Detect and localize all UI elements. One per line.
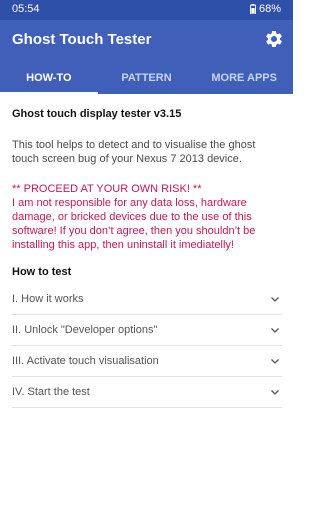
- warning-heading: ** PROCEED AT YOUR OWN RISK! **: [12, 183, 202, 195]
- step-label: IV. Start the test: [12, 386, 90, 398]
- chevron-down-icon: [271, 359, 279, 364]
- battery-icon: [250, 4, 256, 14]
- step-label: I. How it works: [12, 293, 84, 305]
- battery-indicator: 68%: [250, 3, 281, 15]
- tab-more-apps[interactable]: MORE APPS: [195, 64, 293, 94]
- status-bar: 05:54 68%: [0, 0, 293, 20]
- step-label: III. Activate touch visualisation: [12, 355, 159, 367]
- step-activate-touch-visualisation[interactable]: III. Activate touch visualisation: [12, 346, 282, 377]
- battery-percent: 68%: [258, 3, 281, 15]
- description-text: This tool helps to detect and to visuali…: [12, 139, 256, 165]
- how-to-content: Ghost touch display tester v3.15 This to…: [12, 108, 282, 408]
- warning-body: I am not responsible for any data loss, …: [12, 197, 256, 251]
- tab-how-to[interactable]: HOW-TO: [0, 64, 98, 94]
- status-time: 05:54: [12, 3, 40, 15]
- version-title: Ghost touch display tester v3.15: [12, 108, 182, 120]
- step-label: II. Unlock "Developer options": [12, 324, 158, 336]
- risk-warning: ** PROCEED AT YOUR OWN RISK! ** I am not…: [12, 182, 282, 252]
- app-bar: Ghost Touch Tester: [0, 20, 293, 64]
- steps-list: I. How it works II. Unlock "Developer op…: [12, 284, 282, 408]
- gear-icon[interactable]: [264, 29, 284, 49]
- how-to-heading: How to test: [12, 266, 72, 278]
- chevron-down-icon: [271, 297, 279, 302]
- tab-pattern[interactable]: PATTERN: [98, 64, 196, 94]
- step-start-the-test[interactable]: IV. Start the test: [12, 377, 282, 408]
- chevron-down-icon: [271, 328, 279, 333]
- chevron-down-icon: [271, 390, 279, 395]
- step-how-it-works[interactable]: I. How it works: [12, 284, 282, 315]
- app-title: Ghost Touch Tester: [12, 31, 152, 48]
- tab-bar: HOW-TO PATTERN MORE APPS: [0, 64, 293, 94]
- step-unlock-developer-options[interactable]: II. Unlock "Developer options": [12, 315, 282, 346]
